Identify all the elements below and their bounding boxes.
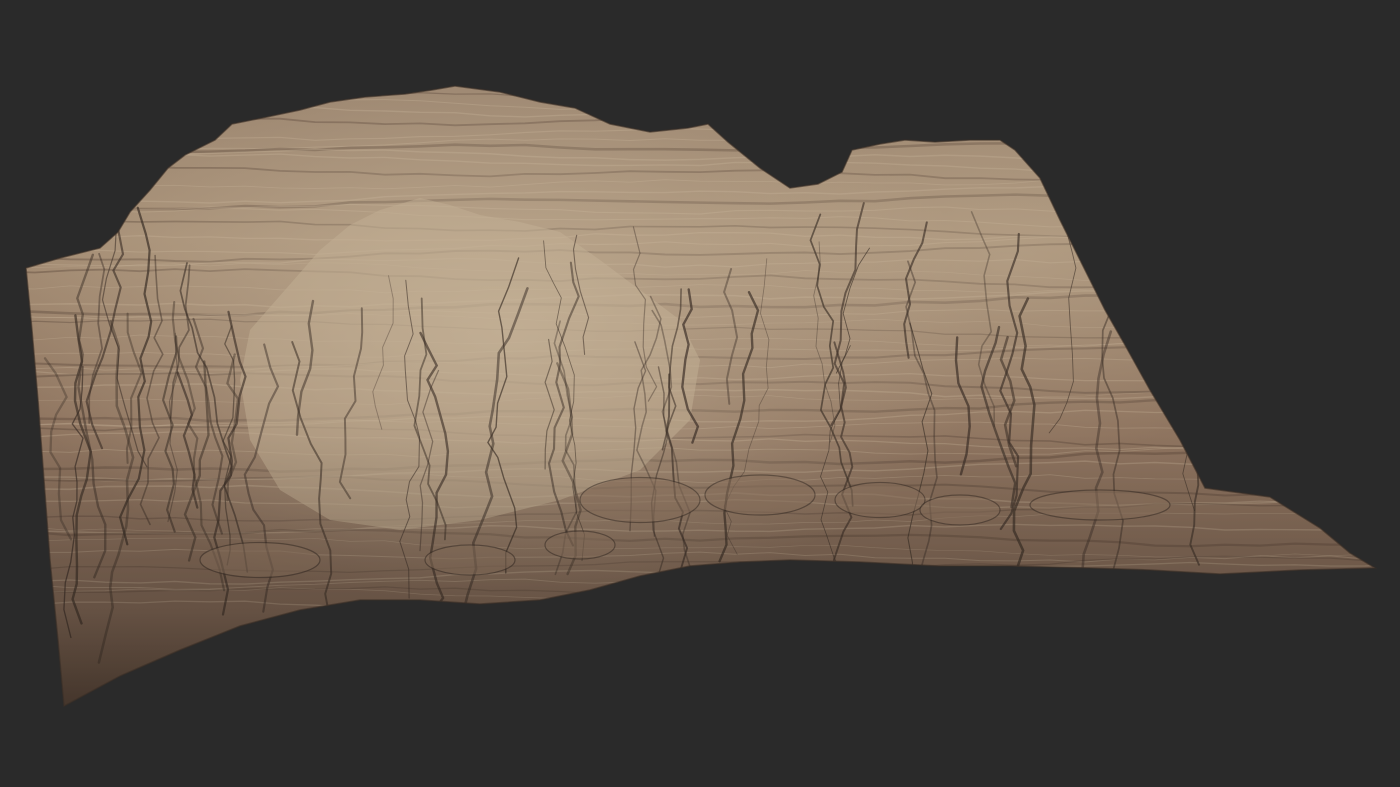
terrain-detail: [26, 86, 1375, 706]
terrain-render: [25, 85, 1378, 708]
stratum-line: [26, 98, 1375, 118]
stratum-line: [26, 92, 1375, 102]
render-viewport: [0, 0, 1400, 787]
stratum-line: [26, 103, 1375, 125]
